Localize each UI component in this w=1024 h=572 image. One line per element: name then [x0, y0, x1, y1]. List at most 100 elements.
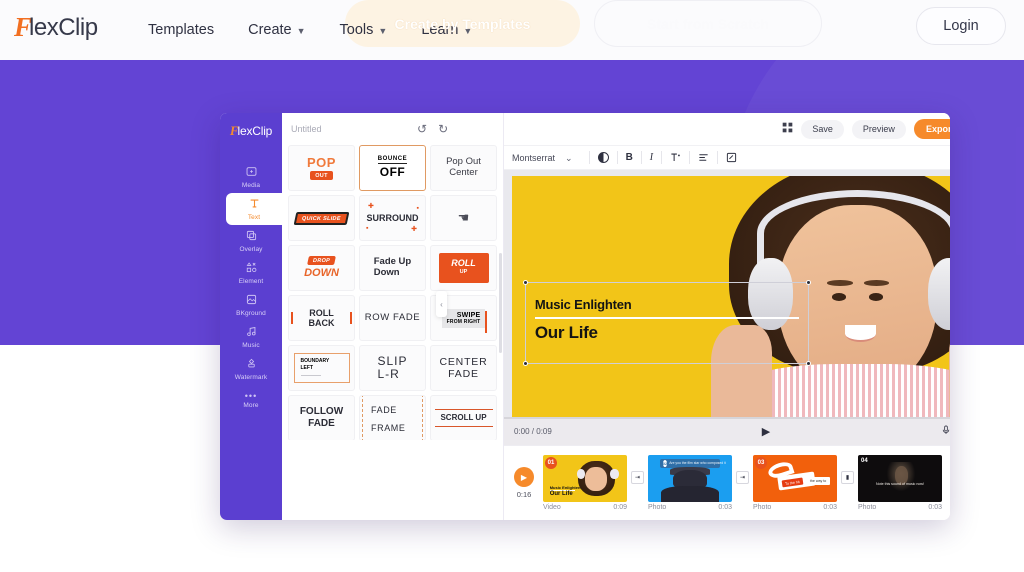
sidebar-item-media[interactable]: Media [220, 161, 282, 193]
clip-meta: Photo 0:03 [753, 504, 837, 511]
panel-collapse-handle[interactable]: ‹ [436, 291, 447, 317]
eye-right [868, 293, 883, 301]
panel-scrollbar[interactable] [499, 253, 502, 353]
divider [689, 151, 691, 164]
preset-line2: LEFT [300, 364, 314, 371]
canvas-text-block[interactable]: Music Enlighten Our Life [534, 297, 800, 344]
animation-preset-slip-lr[interactable]: SLIP L-R [359, 345, 426, 391]
animation-preset-roll-up[interactable]: ROLL UP [430, 245, 497, 291]
preset-label: SLIP L-R [377, 353, 408, 381]
transition-button-3[interactable]: ▮ [841, 470, 854, 484]
sidebar-item-label: Watermark [234, 373, 268, 381]
sidebar-item-text[interactable]: Text [226, 193, 282, 225]
timeline-clip-3[interactable]: 03 To the hit the way to Photo 0:03 [753, 455, 837, 511]
animation-preset-surround[interactable]: ✚ ▪ ▪ ✚ SURROUND [359, 195, 426, 241]
clip-type: Photo [858, 504, 877, 511]
clip-caption-1: Note this sound of music now! [876, 481, 924, 486]
clip-thumbnail[interactable]: 04 Note this sound of music now! [858, 455, 942, 502]
animation-preset-roll-back[interactable]: ROLL BACK [288, 295, 355, 341]
edit-box-icon[interactable] [726, 152, 737, 163]
canvas-text-line2: Our Life [534, 323, 598, 342]
login-button[interactable]: Login [916, 7, 1006, 45]
sidebar-item-more[interactable]: ••• More [220, 385, 282, 417]
contrast-icon[interactable] [597, 152, 609, 163]
line-decor [434, 425, 493, 428]
timeline-clip-2[interactable]: 02 Are you the film star who composed it… [648, 455, 732, 511]
sidebar-item-label: Text [247, 213, 261, 221]
animation-preset-quick-slide[interactable]: QUICK SLIDE [288, 195, 355, 241]
animation-preset-pop-out[interactable]: POP OUT [288, 145, 355, 191]
preview-button[interactable]: Preview [851, 119, 906, 139]
resize-handle-top-left[interactable] [522, 280, 528, 286]
start-from-scratch-button[interactable]: Start from Scratch [594, 0, 822, 47]
microphone-icon[interactable] [941, 425, 950, 438]
animation-preset-boundary-left[interactable]: BOUNDARY LEFT [288, 345, 355, 391]
sidebar-item-watermark[interactable]: Watermark [220, 353, 282, 385]
clip-thumbnail[interactable]: 01 Music Enlighten Our Life [543, 455, 627, 502]
more-icon: ••• [244, 391, 258, 402]
timeline-play-button[interactable]: ▶ [514, 467, 534, 487]
video-canvas[interactable]: Music Enlighten Our Life [512, 176, 950, 417]
sidebar-item-bkground[interactable]: BKground [220, 289, 282, 321]
sidebar-item-label: Media [241, 181, 261, 189]
fadeframe-graphic: FADE FRAME [362, 396, 423, 440]
progress-bar[interactable] [504, 417, 950, 419]
resize-handle-bottom-left[interactable] [522, 360, 528, 366]
sidebar-item-element[interactable]: Element [220, 257, 282, 289]
preset-line1: FADE FRAME [371, 405, 406, 433]
bold-button[interactable]: B [626, 152, 633, 163]
clip-duration: 0:03 [718, 504, 732, 511]
italic-button[interactable]: I [650, 152, 653, 163]
animation-preset-fade-up-down[interactable]: Fade Up Down [359, 245, 426, 291]
animation-preset-row-fade[interactable]: ROW FADE [359, 295, 426, 341]
clip-thumbnail[interactable]: 03 To the hit the way to [753, 455, 837, 502]
export-button[interactable]: Export → [913, 119, 950, 139]
redo-icon[interactable]: ↻ [438, 123, 448, 135]
clip-type: Video [543, 504, 561, 511]
underline-decor [300, 375, 321, 377]
sidebar-item-list: Media Text Overlay Element BKground Musi… [220, 161, 282, 417]
overlay-icon [246, 229, 257, 245]
align-left-icon[interactable] [698, 152, 709, 163]
boundary-graphic: BOUNDARY LEFT [293, 352, 350, 384]
save-button[interactable]: Save [801, 119, 844, 139]
letter-spacing-icon[interactable] [670, 152, 681, 163]
clip-meta: Photo 0:03 [858, 504, 942, 511]
undo-icon[interactable]: ↺ [417, 123, 427, 135]
animation-preset-follow-fade[interactable]: FOLLOW FADE [288, 395, 355, 440]
editor-logo[interactable]: F lexClip [230, 124, 272, 137]
nav-item-templates[interactable]: Templates [148, 22, 214, 38]
project-title-input[interactable] [291, 119, 399, 139]
animation-preset-bounce-off[interactable]: BOUNCE OFF [359, 145, 426, 191]
logo-wordmark: lexClip [29, 13, 98, 41]
thumb-art [585, 467, 607, 491]
sparkle-icon: ▪ [366, 225, 369, 232]
transition-button-1[interactable]: ⇥ [631, 470, 644, 484]
clip-number: 04 [861, 458, 868, 464]
music-icon [246, 325, 257, 341]
timeline-clip-4[interactable]: 04 Note this sound of music now! Photo 0… [858, 455, 942, 511]
transition-button-2[interactable]: ⇥ [736, 470, 749, 484]
grid-four-icon[interactable] [782, 122, 793, 136]
timeline-clip-1[interactable]: 01 Music Enlighten Our Life Video 0:09 [543, 455, 627, 511]
animation-preset-center-fade[interactable]: CENTER FADE [430, 345, 497, 391]
preset-line1: SWIPE [456, 311, 481, 319]
animation-preset-drop-down[interactable]: DROP DOWN [288, 245, 355, 291]
sidebar-item-label: BKground [236, 309, 266, 317]
clip-thumbnail[interactable]: 02 Are you the film star who composed it [648, 455, 732, 502]
animation-preset-scroll-up[interactable]: SCROLL UP [430, 395, 497, 440]
preset-line1: DROP [306, 256, 336, 266]
nav-item-create[interactable]: Create ▼ [248, 22, 305, 38]
flexclip-logo[interactable]: F lexClip [14, 14, 98, 41]
sidebar-item-overlay[interactable]: Overlay [220, 225, 282, 257]
font-family-select[interactable]: Montserrat ⌄ [512, 153, 581, 163]
create-by-templates-button[interactable]: Create by Templates [345, 0, 580, 47]
animation-preset-fade-frame[interactable]: FADE FRAME [359, 395, 426, 440]
sidebar-item-music[interactable]: Music [220, 321, 282, 353]
swipe-graphic: SWIPE FROM RIGHT [441, 308, 488, 333]
animation-preset-hand[interactable]: ☚ [430, 195, 497, 241]
preset-line1: SLIP [377, 353, 408, 368]
play-icon[interactable]: ▶ [762, 425, 770, 438]
clip-caption-1: Music Enlighten [549, 484, 581, 490]
animation-preset-pop-out-center[interactable]: Pop Out Center [430, 145, 497, 191]
